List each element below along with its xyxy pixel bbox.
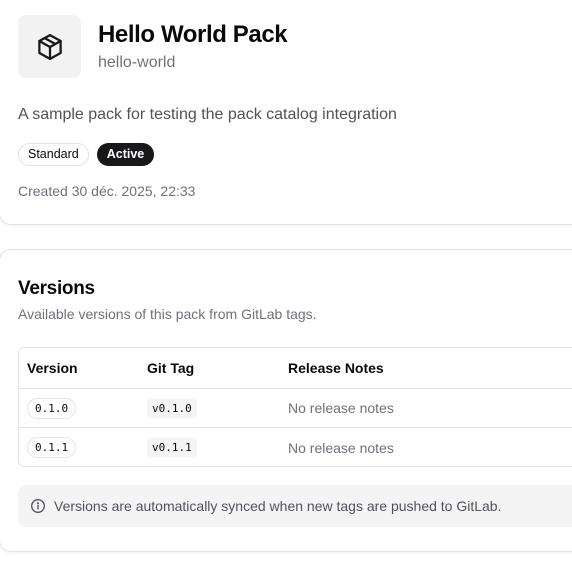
pack-header-card: Hello World Pack hello-world A sample pa… — [0, 0, 572, 225]
version-badge: 0.1.0 — [27, 397, 77, 419]
column-header-version: Version — [27, 360, 78, 376]
table-header-row: Version Git Tag Release Notes — [19, 348, 572, 389]
sync-info-alert: Versions are automatically synced when n… — [18, 485, 572, 527]
versions-card: Versions Available versions of this pack… — [0, 249, 572, 552]
package-icon — [37, 33, 62, 60]
git-tag-cell: v0.1.0 — [147, 389, 197, 427]
pack-description: A sample pack for testing the pack catal… — [18, 106, 397, 123]
column-header-release-notes: Release Notes — [288, 360, 384, 376]
column-header-git-tag: Git Tag — [147, 360, 195, 376]
pack-slug: hello-world — [98, 54, 176, 71]
sync-info-text: Versions are automatically synced when n… — [54, 498, 502, 514]
pack-icon-container — [18, 15, 81, 78]
git-tag-code: v0.1.0 — [147, 398, 197, 418]
info-icon — [31, 499, 45, 513]
versions-title: Versions — [18, 278, 95, 299]
created-timestamp: Created 30 déc. 2025, 22:33 — [18, 183, 196, 199]
table-row[interactable]: 0.1.1 v0.1.1 No release notes — [19, 428, 572, 466]
version-cell: 0.1.0 — [27, 389, 77, 427]
status-badge: Active — [96, 143, 155, 166]
git-tag-code: v0.1.1 — [147, 438, 197, 457]
badge-group: Standard Active — [18, 143, 155, 166]
type-badge: Standard — [18, 143, 89, 166]
release-notes-cell: No release notes — [288, 439, 394, 456]
version-cell: 0.1.1 — [27, 428, 77, 466]
release-notes-cell: No release notes — [288, 400, 394, 416]
versions-table: Version Git Tag Release Notes 0.1.0 v0.1… — [18, 347, 572, 467]
version-badge: 0.1.1 — [27, 437, 77, 458]
git-tag-cell: v0.1.1 — [147, 428, 197, 466]
table-row[interactable]: 0.1.0 v0.1.0 No release notes — [19, 389, 572, 428]
versions-subtitle: Available versions of this pack from Git… — [18, 306, 317, 322]
pack-title: Hello World Pack — [98, 21, 288, 48]
